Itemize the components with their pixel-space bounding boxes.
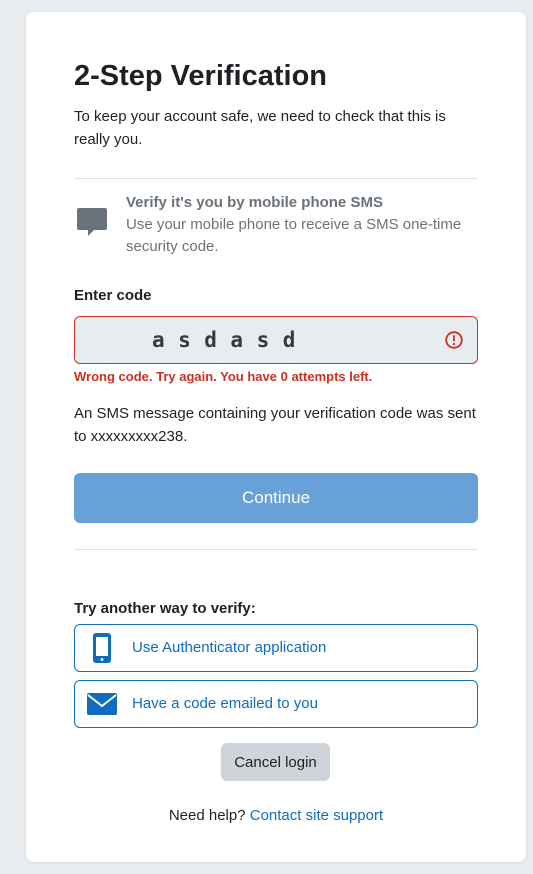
exclamation-circle-icon xyxy=(445,331,463,349)
verification-card: 2-Step Verification To keep your account… xyxy=(26,12,526,862)
help-prefix: Need help? xyxy=(168,807,246,824)
mobile-phone-icon xyxy=(87,633,117,663)
email-code-option-label: Have a code emailed to you xyxy=(132,695,318,712)
method-description: Use your mobile phone to receive a SMS o… xyxy=(126,216,462,255)
envelope-icon xyxy=(87,689,117,719)
method-title: Verify it's you by mobile phone SMS xyxy=(126,194,383,211)
alternatives-heading: Try another way to verify: xyxy=(74,600,256,617)
email-code-option[interactable]: Have a code emailed to you xyxy=(74,680,478,728)
code-label: Enter code xyxy=(74,287,152,304)
contact-support-link[interactable]: Contact site support xyxy=(250,807,383,824)
sms-sent-note: An SMS message containing your verificat… xyxy=(74,405,476,445)
authenticator-option-label: Use Authenticator application xyxy=(132,639,327,656)
code-input[interactable] xyxy=(75,317,415,363)
top-divider xyxy=(74,178,478,179)
code-error-message: Wrong code. Try again. You have 0 attemp… xyxy=(74,369,373,384)
page-title: 2-Step Verification xyxy=(74,60,328,92)
bottom-divider xyxy=(74,549,478,550)
cancel-login-button[interactable]: Cancel login xyxy=(221,743,330,781)
chat-bubble-icon xyxy=(76,206,108,243)
help-text: Need help? Contact site support xyxy=(74,807,478,824)
continue-button[interactable]: Continue xyxy=(74,473,478,523)
code-field xyxy=(74,316,478,364)
intro-text: To keep your account safe, we need to ch… xyxy=(74,108,446,148)
authenticator-option[interactable]: Use Authenticator application xyxy=(74,624,478,672)
